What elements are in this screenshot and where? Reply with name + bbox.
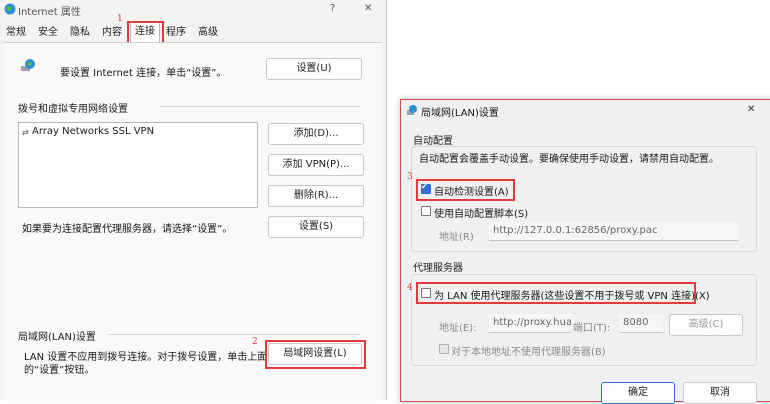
network-globe-icon — [20, 58, 36, 72]
use-script-label[interactable]: 使用自动配置脚本(S) — [434, 205, 528, 220]
dialup-section-label: 拨号和虚拟专用网络设置 — [18, 104, 128, 115]
proxy-address-label: 地址(E): — [439, 323, 477, 334]
close-button[interactable]: ✕ — [364, 3, 372, 14]
annotation-number-1: 1 — [117, 14, 123, 24]
add-vpn-button[interactable]: 添加 VPN(P)... — [268, 154, 364, 176]
connections-list[interactable]: ⇄ Array Networks SSL VPN — [18, 122, 258, 208]
setup-button[interactable]: 设置(U) — [266, 58, 362, 80]
tab-privacy[interactable]: 隐私 — [70, 24, 90, 42]
advanced-button[interactable]: 高级(C) — [669, 314, 743, 336]
tab-programs[interactable]: 程序 — [166, 24, 186, 42]
lan-section-label: 局域网(LAN)设置 — [18, 332, 96, 343]
ok-button[interactable]: 确定 — [601, 382, 675, 404]
internet-properties-dialog: Internet 属性 ? ✕ 常规 安全 隐私 内容 连接 程序 高级 1 要… — [0, 0, 387, 401]
proxy-port-label: 端口(T): — [573, 323, 611, 334]
help-button[interactable]: ? — [330, 3, 335, 14]
tab-advanced[interactable]: 高级 — [198, 24, 218, 42]
bypass-local-label[interactable]: 对于本地地址不使用代理服务器(B) — [451, 343, 606, 358]
list-item-vpn[interactable]: Array Networks SSL VPN — [32, 126, 154, 137]
window-title: Internet 属性 — [18, 7, 81, 18]
cancel-button[interactable]: 取消 — [683, 382, 757, 404]
proxy-hint-text: 如果要为连接配置代理服务器，请选择“设置”。 — [22, 224, 233, 235]
annotation-number-2: 2 — [252, 337, 258, 347]
dialup-divider — [160, 106, 360, 107]
lan-divider — [108, 334, 360, 335]
bypass-local-checkbox[interactable] — [439, 344, 449, 354]
script-address-field[interactable]: http://127.0.0.1:62856/proxy.pac — [489, 222, 739, 241]
annotation-number-3: 3 — [407, 172, 413, 182]
annotation-number-4: 4 — [407, 283, 413, 293]
script-address-label: 地址(R) — [439, 232, 474, 243]
tab-general[interactable]: 常规 — [6, 24, 26, 42]
auto-config-description: 自动配置会覆盖手动设置。要确保使用手动设置，请禁用自动配置。 — [419, 154, 719, 165]
proxy-port-field[interactable]: 8080 — [619, 314, 663, 333]
vpn-connection-icon: ⇄ — [22, 128, 29, 137]
proxy-address-field[interactable]: http://proxy.huav — [489, 314, 571, 333]
lan-close-button[interactable]: ✕ — [747, 104, 755, 115]
lan-settings-dialog: 局域网(LAN)设置 ✕ 自动配置 自动配置会覆盖手动设置。要确保使用手动设置，… — [400, 99, 770, 404]
tab-content[interactable]: 内容 — [102, 24, 122, 42]
use-script-checkbox[interactable] — [421, 206, 431, 216]
globe-icon — [4, 3, 16, 15]
lan-dialog-icon — [406, 104, 418, 116]
annotation-box-3 — [416, 179, 515, 201]
setup-text: 要设置 Internet 连接，单击“设置”。 — [60, 68, 227, 79]
proxy-server-label: 代理服务器 — [413, 263, 463, 274]
auto-config-label: 自动配置 — [413, 136, 453, 147]
annotation-box-2 — [265, 340, 366, 369]
vpn-settings-button[interactable]: 设置(S) — [268, 216, 364, 238]
tab-security[interactable]: 安全 — [38, 24, 58, 42]
lan-note-line-2: 的“设置”按钮。 — [24, 365, 95, 376]
add-button[interactable]: 添加(D)... — [268, 123, 364, 145]
annotation-box-4 — [416, 282, 696, 304]
remove-button[interactable]: 删除(R)... — [268, 185, 364, 207]
lan-dialog-title: 局域网(LAN)设置 — [421, 108, 499, 119]
